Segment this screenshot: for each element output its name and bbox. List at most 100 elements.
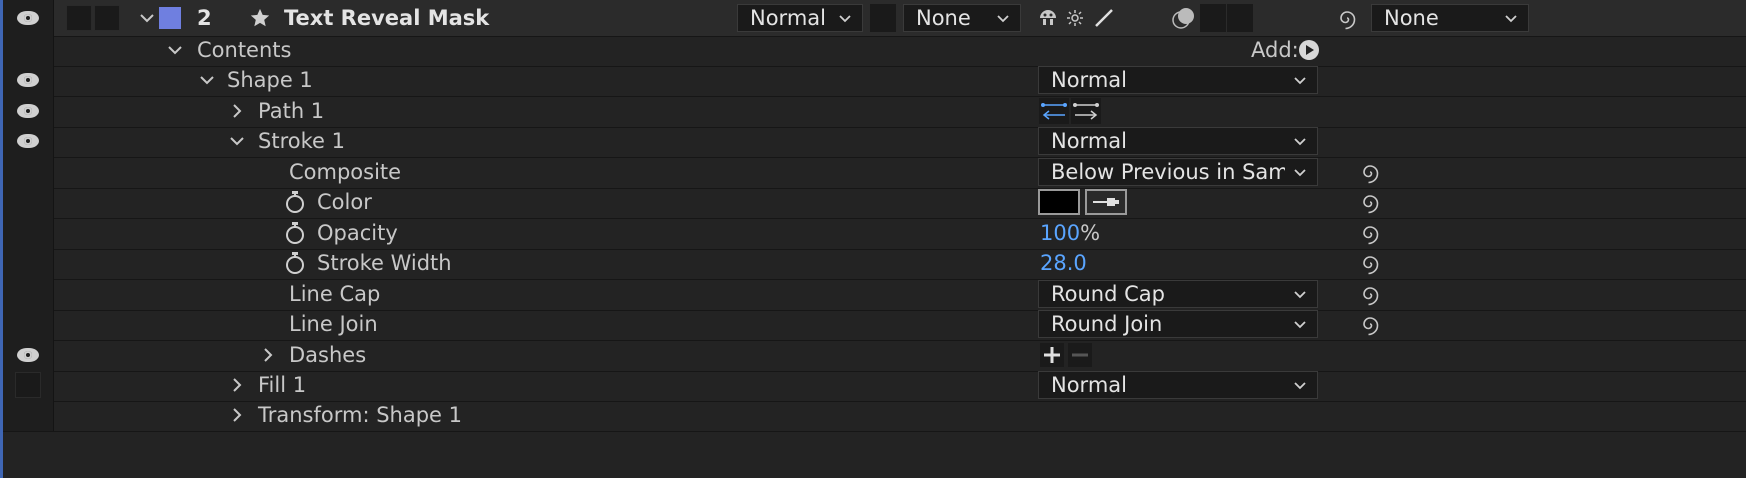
pick-whip-icon[interactable] xyxy=(1335,0,1359,36)
color-stopwatch-button[interactable] xyxy=(284,185,318,218)
remove-dash-button[interactable] xyxy=(1068,338,1092,371)
layer-name[interactable]: Text Reveal Mask xyxy=(284,0,489,36)
composite-row[interactable]: Composite Below Previous in Same Gr xyxy=(3,155,1746,189)
chevron-right-icon xyxy=(264,347,273,362)
eyedropper-icon xyxy=(1085,188,1127,215)
line-join-row[interactable]: Line Join Round Join xyxy=(3,307,1746,341)
line-cap-dropdown[interactable]: Round Cap xyxy=(1038,280,1318,308)
add-dash-button[interactable] xyxy=(1040,338,1064,371)
color-label: Color xyxy=(317,189,372,214)
path-direction-reverse-button[interactable] xyxy=(1039,94,1069,127)
line-join-label: Line Join xyxy=(289,311,378,336)
minus-icon xyxy=(1068,342,1092,367)
transform-twirl[interactable] xyxy=(227,398,247,431)
transform-row[interactable]: Transform: Shape 1 xyxy=(3,398,1746,432)
chevron-down-icon xyxy=(200,75,214,84)
3d-layer-toggle[interactable] xyxy=(1227,4,1253,32)
stopwatch-icon xyxy=(286,190,304,213)
color-row[interactable]: Color xyxy=(3,185,1746,219)
fill1-blend-dropdown[interactable]: Normal xyxy=(1038,371,1318,399)
stroke-width-row[interactable]: Stroke Width 28.0 xyxy=(3,246,1746,280)
audio-toggle[interactable] xyxy=(66,0,92,36)
eye-icon xyxy=(17,133,39,148)
dashes-visibility-toggle[interactable] xyxy=(3,338,54,371)
pick-whip-icon[interactable] xyxy=(1358,185,1382,218)
line-cap-label: Line Cap xyxy=(289,281,381,306)
shape1-blend-dropdown[interactable]: Normal xyxy=(1038,66,1318,94)
path-direction-forward-button[interactable] xyxy=(1071,94,1101,127)
solo-toggle[interactable] xyxy=(94,0,120,36)
stroke1-twirl[interactable] xyxy=(227,124,247,157)
pick-whip-icon[interactable] xyxy=(1358,246,1382,279)
shape1-twirl[interactable] xyxy=(197,63,217,96)
chevron-down-icon xyxy=(1294,169,1306,177)
plus-icon xyxy=(1040,342,1064,367)
shape1-row[interactable]: Shape 1 Normal xyxy=(3,63,1746,97)
contents-twirl[interactable] xyxy=(165,33,185,66)
fill1-twirl[interactable] xyxy=(227,368,247,401)
eyedropper-button[interactable] xyxy=(1085,185,1127,218)
dashes-row[interactable]: Dashes xyxy=(3,338,1746,372)
parent-dropdown[interactable]: None xyxy=(1371,4,1529,32)
layer-twirl[interactable] xyxy=(135,0,159,36)
layer-row[interactable]: 2 Text Reveal Mask Normal None None xyxy=(3,0,1746,37)
opacity-unit: % xyxy=(1080,220,1101,245)
stopwatch-icon xyxy=(286,251,304,274)
label-color[interactable] xyxy=(159,0,181,36)
collapse-transform-icon[interactable] xyxy=(1066,0,1084,36)
dashes-label[interactable]: Dashes xyxy=(289,338,366,371)
composite-label: Composite xyxy=(289,159,402,184)
stroke1-row[interactable]: Stroke 1 Normal xyxy=(3,124,1746,158)
contents-row[interactable]: Contents Add: xyxy=(3,33,1746,67)
shape1-label[interactable]: Shape 1 xyxy=(227,63,313,96)
preserve-transparency-toggle[interactable] xyxy=(870,4,896,32)
path1-visibility-toggle[interactable] xyxy=(3,94,54,127)
path1-row[interactable]: Path 1 xyxy=(3,94,1746,128)
contents-label: Contents xyxy=(197,37,292,62)
opacity-label: Opacity xyxy=(317,220,398,245)
fill1-row[interactable]: Fill 1 Normal xyxy=(3,368,1746,402)
star-icon xyxy=(249,0,271,36)
arrow-right-icon xyxy=(1071,97,1101,124)
color-swatch[interactable] xyxy=(1038,185,1080,218)
dashes-twirl[interactable] xyxy=(258,338,278,371)
stroke1-label[interactable]: Stroke 1 xyxy=(258,124,345,157)
layer-mode-dropdown[interactable]: Normal xyxy=(737,4,863,32)
play-circle-icon xyxy=(1299,39,1319,60)
stroke1-blend-dropdown[interactable]: Normal xyxy=(1038,127,1318,155)
stroke1-visibility-toggle[interactable] xyxy=(3,124,54,157)
path1-twirl[interactable] xyxy=(227,94,247,127)
line-cap-row[interactable]: Line Cap Round Cap xyxy=(3,277,1746,311)
fill1-label[interactable]: Fill 1 xyxy=(258,368,306,401)
chevron-down-icon xyxy=(1294,77,1306,85)
shy-icon[interactable] xyxy=(1037,0,1059,36)
opacity-row[interactable]: Opacity 100% xyxy=(3,216,1746,250)
motion-blur-icon[interactable] xyxy=(1171,0,1197,36)
chevron-down-icon xyxy=(1294,382,1306,390)
stroke-width-stopwatch-button[interactable] xyxy=(284,246,318,279)
stroke-width-value[interactable]: 28.0 xyxy=(1040,246,1087,279)
add-menu-button[interactable] xyxy=(1298,33,1320,66)
pick-whip-icon[interactable] xyxy=(1358,216,1382,249)
shape1-visibility-toggle[interactable] xyxy=(3,63,54,96)
timeline-panel: 2 Text Reveal Mask Normal None None Cont… xyxy=(0,0,1746,478)
eye-icon xyxy=(17,11,39,25)
track-matte-dropdown[interactable]: None xyxy=(903,4,1021,32)
pick-whip-icon[interactable] xyxy=(1358,155,1382,188)
chevron-down-icon xyxy=(997,15,1009,23)
fill1-visibility-toggle[interactable] xyxy=(3,368,54,401)
chevron-right-icon xyxy=(233,377,242,392)
layer-visibility-toggle[interactable] xyxy=(3,0,54,36)
opacity-stopwatch-button[interactable] xyxy=(284,216,318,249)
adjustment-layer-toggle[interactable] xyxy=(1200,4,1226,32)
pick-whip-icon[interactable] xyxy=(1358,307,1382,340)
path1-label[interactable]: Path 1 xyxy=(258,94,324,127)
add-label: Add: xyxy=(1251,37,1299,62)
quality-icon[interactable] xyxy=(1093,0,1115,36)
eye-icon xyxy=(17,347,39,362)
transform-label[interactable]: Transform: Shape 1 xyxy=(258,398,462,431)
line-join-dropdown[interactable]: Round Join xyxy=(1038,310,1318,338)
pick-whip-icon[interactable] xyxy=(1358,277,1382,310)
opacity-value[interactable]: 100 xyxy=(1040,221,1080,245)
composite-dropdown[interactable]: Below Previous in Same Gr xyxy=(1038,158,1318,186)
